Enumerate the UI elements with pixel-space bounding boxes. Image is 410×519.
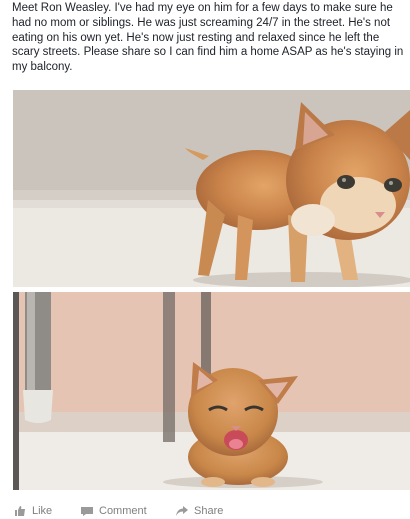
share-arrow-icon [176,506,188,516]
comment-icon [81,506,93,516]
kitten-walking-image [13,90,410,287]
share-label: Share [194,505,224,517]
like-label: Like [32,505,53,517]
share-button[interactable]: Share [176,505,223,517]
kitten-photo-2[interactable] [13,292,410,490]
post-actions-bar: Like Comment Share [0,501,410,517]
kitten-meowing-image [13,292,410,490]
like-button[interactable]: Like [14,505,52,517]
thumbs-up-icon [14,506,26,516]
kitten-photo-1[interactable] [13,90,410,287]
post-text: Meet Ron Weasley. I've had my eye on him… [12,2,404,74]
comment-label: Comment [99,505,147,517]
facebook-post: Meet Ron Weasley. I've had my eye on him… [0,0,410,517]
comment-button[interactable]: Comment [81,505,147,517]
